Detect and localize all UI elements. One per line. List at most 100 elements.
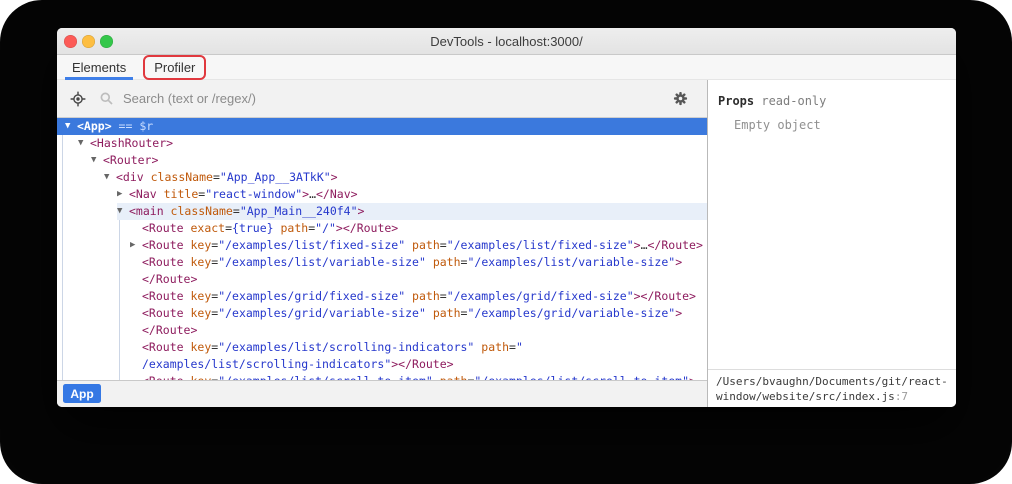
code-segment: > <box>689 373 696 380</box>
tab-profiler-label: Profiler <box>154 60 195 75</box>
code-segment: > <box>331 169 338 186</box>
code-segment: "/examples/grid/variable-size" <box>218 305 426 322</box>
expanded-arrow-icon[interactable]: ▼ <box>91 152 103 169</box>
tree-row[interactable]: ▼<HashRouter> <box>57 135 707 152</box>
code-segment: title <box>157 186 199 203</box>
tree-row[interactable]: ▼<Router> <box>57 152 707 169</box>
code-segment: "/examples/grid/fixed-size" <box>447 288 634 305</box>
search-input[interactable] <box>119 91 663 106</box>
code-segment: > <box>675 254 682 271</box>
row-indent <box>57 186 117 203</box>
code-segment: <Route <box>142 254 184 271</box>
code-segment: <main <box>129 203 164 220</box>
code-segment: /examples/list/scrolling-indicators" <box>142 356 391 373</box>
code-segment: = <box>440 237 447 254</box>
row-indent <box>57 135 78 152</box>
source-line-number: :7 <box>895 390 908 403</box>
gear-icon[interactable] <box>663 91 697 106</box>
code-segment: <Route <box>142 339 184 356</box>
code-segment: </Route> <box>648 237 703 254</box>
code-segment: "/examples/grid/fixed-size" <box>218 288 405 305</box>
code-segment: ></Route> <box>336 220 398 237</box>
code-segment: … <box>309 186 316 203</box>
tab-profiler[interactable]: Profiler <box>147 55 202 80</box>
code-segment: key <box>184 373 212 380</box>
code-segment: "/examples/grid/variable-size" <box>467 305 675 322</box>
code-segment: path <box>426 305 461 322</box>
code-segment: <Nav <box>129 186 157 203</box>
code-segment: <Route <box>142 288 184 305</box>
code-segment: path <box>474 339 509 356</box>
row-indent <box>57 254 130 271</box>
code-segment: "/examples/list/scroll-to-item" <box>474 373 689 380</box>
collapsed-arrow-icon[interactable]: ▶ <box>130 237 142 254</box>
close-window-icon[interactable] <box>64 35 77 48</box>
code-segment: = <box>211 305 218 322</box>
code-segment: key <box>184 288 212 305</box>
code-segment: = <box>211 373 218 380</box>
code-segment: = <box>211 254 218 271</box>
source-link[interactable]: /Users/bvaughn/Documents/git/react- wind… <box>708 369 956 407</box>
expanded-arrow-icon[interactable]: ▼ <box>78 135 90 152</box>
row-indent <box>57 339 130 356</box>
tree-row[interactable]: <Route exact={true} path="/"></Route> <box>57 220 707 237</box>
code-segment: </Route> <box>142 271 197 288</box>
tree-row[interactable]: <Route key="/examples/grid/variable-size… <box>57 305 707 322</box>
code-segment: "/examples/list/fixed-size" <box>447 237 634 254</box>
code-segment: = <box>440 288 447 305</box>
devtools-window: DevTools - localhost:3000/ Elements Prof… <box>57 28 956 407</box>
code-segment: <HashRouter> <box>90 135 173 152</box>
row-indent <box>57 203 117 220</box>
tree-row[interactable]: </Route> <box>57 271 707 288</box>
props-panel: Props read-only Empty object /Users/bvau… <box>708 80 956 407</box>
code-segment: "App_App__3ATkK" <box>220 169 331 186</box>
tree-row[interactable]: ▼<div className="App_App__3ATkK"> <box>57 169 707 186</box>
code-segment: </Route> <box>142 322 197 339</box>
tree-row[interactable]: <Route key="/examples/list/variable-size… <box>57 254 707 271</box>
props-title: Props <box>718 94 754 108</box>
row-indent <box>57 169 104 186</box>
tree-row[interactable]: <Route key="/examples/grid/fixed-size" p… <box>57 288 707 305</box>
component-tree[interactable]: ▼<App> == $r▼<HashRouter>▼<Router>▼<div … <box>57 118 707 380</box>
search-icon <box>93 91 119 106</box>
tree-row[interactable]: ▼<App> == $r <box>57 118 707 135</box>
code-segment: <Route <box>142 305 184 322</box>
search-bar <box>57 80 707 118</box>
code-segment: > <box>358 203 365 220</box>
inspect-element-icon[interactable] <box>63 91 93 107</box>
tree-row[interactable]: ▶<Nav title="react-window">…</Nav> <box>57 186 707 203</box>
code-segment: <Route <box>142 237 184 254</box>
minimize-window-icon[interactable] <box>82 35 95 48</box>
code-segment: " <box>516 339 523 356</box>
code-segment: ></Route> <box>391 356 453 373</box>
tree-row[interactable]: <Route key="/examples/list/scroll-to-ite… <box>57 373 707 380</box>
tab-elements[interactable]: Elements <box>65 55 133 80</box>
expanded-arrow-icon[interactable]: ▼ <box>104 169 116 186</box>
row-indent <box>57 373 130 380</box>
tree-row[interactable]: ▼<main className="App_Main__240f4"> <box>57 203 707 220</box>
tree-row[interactable]: /examples/list/scrolling-indicators"></R… <box>57 356 707 373</box>
code-segment: exact <box>184 220 226 237</box>
code-segment: <Route <box>142 220 184 237</box>
code-segment: = <box>198 186 205 203</box>
breadcrumb-app-badge[interactable]: App <box>63 384 101 403</box>
tree-row[interactable]: ▶<Route key="/examples/list/fixed-size" … <box>57 237 707 254</box>
props-empty-value: Empty object <box>708 108 956 132</box>
tab-elements-label: Elements <box>72 60 126 75</box>
code-segment: className <box>144 169 213 186</box>
code-segment: = <box>467 373 474 380</box>
code-segment: = <box>461 254 468 271</box>
zoom-window-icon[interactable] <box>100 35 113 48</box>
row-indent <box>57 322 130 339</box>
code-segment: key <box>184 305 212 322</box>
tree-row[interactable]: <Route key="/examples/list/scrolling-ind… <box>57 339 707 356</box>
code-segment: = <box>225 220 232 237</box>
collapsed-arrow-icon[interactable]: ▶ <box>117 186 129 203</box>
expanded-arrow-icon[interactable]: ▼ <box>117 203 129 220</box>
title-bar[interactable]: DevTools - localhost:3000/ <box>57 28 956 55</box>
code-segment: <App> <box>77 118 112 135</box>
code-segment: "App_Main__240f4" <box>240 203 358 220</box>
code-segment: {true} <box>232 220 274 237</box>
expanded-arrow-icon[interactable]: ▼ <box>65 118 77 135</box>
tree-row[interactable]: </Route> <box>57 322 707 339</box>
